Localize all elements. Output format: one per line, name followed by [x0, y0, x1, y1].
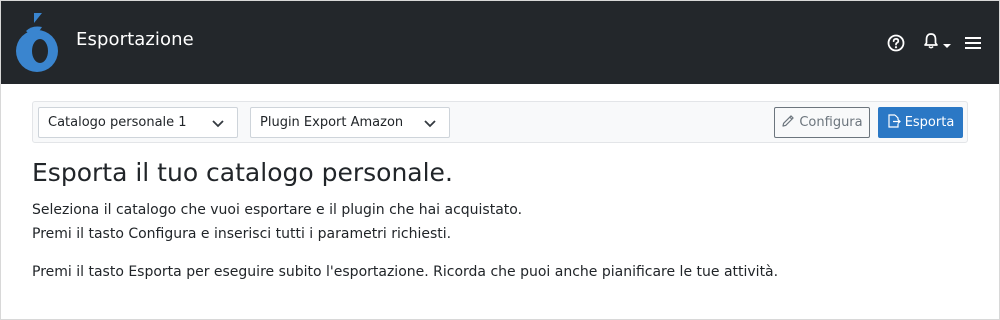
configure-button-label: Configura: [799, 115, 863, 130]
catalog-select-value: Catalogo personale 1: [48, 115, 187, 130]
help-circle-icon[interactable]: [887, 34, 905, 52]
top-navbar: Esportazione: [1, 1, 999, 84]
export-button-label: Esporta: [904, 115, 955, 130]
instruction-text: Seleziona il catalogo che vuoi esportare…: [32, 202, 523, 218]
plugin-select[interactable]: Plugin Export Amazon: [250, 107, 450, 138]
chevron-down-icon: [212, 117, 224, 129]
export-button[interactable]: Esporta: [878, 107, 963, 138]
pencil-icon: [781, 114, 795, 132]
instruction-text: Premi il tasto Configura e inserisci tut…: [32, 226, 452, 242]
hamburger-menu-icon[interactable]: [965, 36, 981, 50]
bell-icon: [922, 32, 940, 54]
configure-button[interactable]: Configura: [774, 107, 870, 138]
plugin-select-value: Plugin Export Amazon: [260, 115, 404, 130]
app-title: Esportazione: [76, 29, 194, 50]
export-toolbar: Catalogo personale 1 Plugin Export Amazo…: [32, 101, 968, 143]
catalog-select[interactable]: Catalogo personale 1: [38, 107, 238, 138]
file-export-icon: [887, 113, 901, 132]
caret-down-icon: [942, 34, 951, 53]
chevron-down-icon: [424, 117, 436, 129]
brand-logo-icon[interactable]: [12, 11, 62, 73]
page-title: Esporta il tuo catalogo personale.: [32, 158, 453, 187]
notifications-dropdown[interactable]: [919, 33, 953, 53]
instruction-text: Premi il tasto Esporta per eseguire subi…: [32, 264, 779, 280]
